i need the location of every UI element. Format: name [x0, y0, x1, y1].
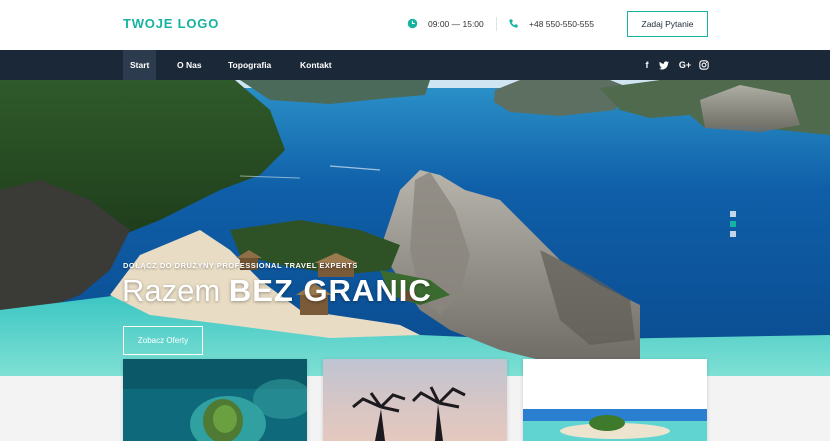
- hero-banner: DOŁĄCZ DO DRUŻYNY PROFESSIONAL TRAVEL EX…: [0, 80, 830, 376]
- offer-card-2[interactable]: [323, 359, 507, 441]
- main-navigation: Start O Nas Topografia Kontakt f G+: [0, 50, 830, 80]
- phone-text[interactable]: +48 550-550-555: [529, 19, 594, 29]
- top-header: TWOJE LOGO 09:00 — 15:00 +48 550-550-555…: [0, 0, 830, 50]
- header-divider: [496, 17, 497, 31]
- nav-item-start[interactable]: Start: [123, 50, 157, 80]
- hero-subtitle: DOŁĄCZ DO DRUŻYNY PROFESSIONAL TRAVEL EX…: [123, 261, 358, 270]
- offer-card-3[interactable]: [523, 359, 707, 441]
- google-plus-icon[interactable]: G+: [677, 59, 693, 71]
- slider-dot-2[interactable]: [730, 221, 736, 227]
- facebook-icon[interactable]: f: [641, 59, 653, 71]
- opening-hours: 09:00 — 15:00: [407, 18, 484, 29]
- hours-text: 09:00 — 15:00: [428, 18, 484, 29]
- nav-item-kontakt[interactable]: Kontakt: [293, 50, 339, 80]
- twitter-icon[interactable]: [658, 59, 670, 71]
- hero-title-bold: BEZ GRANIC: [228, 273, 432, 308]
- slider-dot-1[interactable]: [730, 211, 736, 217]
- phone-contact: +48 550-550-555: [508, 18, 594, 29]
- ask-question-button[interactable]: Zadaj Pytanie: [627, 11, 708, 37]
- palm-trees-sunset-photo: [323, 359, 507, 441]
- aerial-island-photo: [123, 359, 307, 441]
- slider-dot-3[interactable]: [730, 231, 736, 237]
- hero-title-light: Razem: [122, 273, 221, 308]
- offer-card-1[interactable]: [123, 359, 307, 441]
- instagram-icon[interactable]: [698, 59, 710, 71]
- hero-title: Razem BEZ GRANIC: [122, 273, 432, 309]
- see-offers-button[interactable]: Zobacz Oferty: [123, 326, 203, 355]
- nav-item-topografia[interactable]: Topografia: [221, 50, 278, 80]
- phone-icon: [508, 18, 519, 29]
- tropical-beach-photo: [523, 359, 707, 441]
- site-logo[interactable]: TWOJE LOGO: [123, 16, 219, 31]
- nav-item-o-nas[interactable]: O Nas: [170, 50, 209, 80]
- clock-icon: [407, 18, 418, 29]
